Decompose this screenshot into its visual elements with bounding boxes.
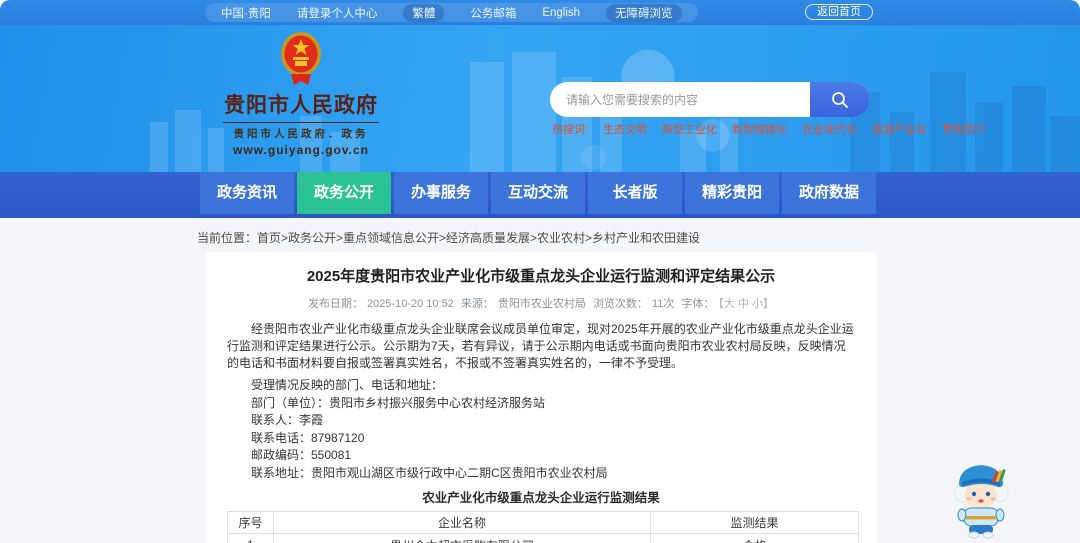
hotword-tourism-industrialization[interactable]: 旅游产业化 bbox=[872, 121, 927, 137]
search-box bbox=[550, 82, 870, 117]
monitoring-results-table: 序号 企业名称 监测结果 1 贵州合力超市采购有限公司 合格 2 贵州友禾种业有… bbox=[227, 510, 859, 543]
search-icon bbox=[832, 91, 848, 108]
contact-phone-line: 联系电话：87987120 bbox=[251, 430, 365, 445]
search-button[interactable] bbox=[810, 82, 870, 117]
nav-item-gov-disclosure[interactable]: 政务公开 bbox=[297, 172, 391, 214]
table-row: 1 贵州合力超市采购有限公司 合格 bbox=[227, 532, 859, 543]
article-card: 2025年度贵阳市农业产业化市级重点龙头企业运行监测和评定结果公示 发布日期： 2… bbox=[205, 252, 877, 543]
breadcrumb: 当前位置：首页>政务公开>重点领域信息公开>经济高质量发展>农业农村>乡村产业和… bbox=[197, 229, 700, 246]
views-value: 11次 bbox=[651, 298, 675, 310]
assistant-mascot-icon[interactable] bbox=[948, 455, 1014, 539]
font-size-label: 字体： bbox=[681, 298, 715, 310]
article-title: 2025年度贵阳市农业产业化市级重点龙头企业运行监测和评定结果公示 bbox=[306, 268, 776, 285]
nav-item-senior-version[interactable]: 长者版 bbox=[588, 172, 682, 214]
site-header: 贵阳市人民政府 贵阳市人民政府．政务 www.guiyang.gov.cn 热搜… bbox=[0, 25, 1080, 172]
hotword-new-urbanization[interactable]: 新型城镇化 bbox=[732, 121, 787, 137]
postal-code-line: 邮政编码：550081 bbox=[251, 448, 352, 462]
publish-date-value: 2025-10-20 10:52 bbox=[366, 298, 454, 310]
topbar-item-login-personal-center[interactable]: 请登录个人中心 bbox=[297, 5, 378, 21]
top-menu: 中国·贵阳 请登录个人中心 繁體 公务邮箱 English 无障碍浏览 bbox=[205, 3, 698, 22]
topbar-item-china-guiyang[interactable]: 中国·贵阳 bbox=[221, 5, 271, 21]
article-body: 经贵阳市农业产业化市级重点龙头企业联席会议成员单位审定，现对2025年开展的农业… bbox=[227, 321, 859, 543]
national-emblem-icon bbox=[281, 32, 321, 85]
city-skyline-graphic bbox=[150, 52, 1080, 172]
topbar-item-official-mail[interactable]: 公务邮箱 bbox=[470, 5, 516, 21]
nav-item-interaction[interactable]: 互动交流 bbox=[491, 172, 585, 214]
hotword-new-industrialization[interactable]: 新型工业化 bbox=[662, 121, 717, 137]
hotword-guiyang-intro[interactable]: 贵阳简介 bbox=[942, 121, 986, 137]
search-input[interactable] bbox=[550, 82, 810, 117]
topbar-item-traditional-chinese[interactable]: 繁體 bbox=[403, 3, 445, 22]
hotword-agri-modernization[interactable]: 农业现代化 bbox=[802, 121, 857, 137]
announcement-paragraph: 经贵阳市农业产业化市级重点龙头企业联席会议成员单位审定，现对2025年开展的农业… bbox=[227, 322, 854, 370]
hot-search-row: 热搜词: 生态文明 新型工业化 新型城镇化 农业现代化 旅游产业化 贵阳简介 bbox=[552, 121, 986, 137]
site-subtitle: 贵阳市人民政府．政务 bbox=[233, 128, 369, 140]
top-utility-bar: 中国·贵阳 请登录个人中心 繁體 公务邮箱 English 无障碍浏览 返回首页 bbox=[0, 0, 1080, 25]
breadcrumb-label: 当前位置： bbox=[197, 231, 258, 245]
table-header-row: 序号 企业名称 监测结果 bbox=[227, 510, 859, 534]
monitoring-result: 合格 bbox=[650, 532, 859, 543]
col-header-index: 序号 bbox=[227, 510, 274, 534]
title-divider bbox=[223, 122, 379, 123]
department-line: 部门（单位）：贵阳市乡村振兴服务中心农村经济服务站 bbox=[251, 395, 546, 410]
table-caption: 农业产业化市级重点龙头企业运行监测结果 bbox=[422, 490, 660, 505]
publish-date-label: 发布日期： bbox=[307, 298, 363, 310]
font-size-options[interactable]: 【大 中 小】 bbox=[718, 298, 774, 310]
contact-address-line: 联系地址：贵阳市观山湖区市级行政中心二期C区贵阳市农业农村局 bbox=[251, 465, 608, 480]
site-url: www.guiyang.gov.cn bbox=[232, 143, 369, 157]
breadcrumb-path[interactable]: 首页>政务公开>重点领域信息公开>经济高质量发展>农业农村>乡村产业和农田建设 bbox=[257, 231, 700, 245]
hot-search-label: 热搜词: bbox=[552, 124, 589, 136]
nav-item-services[interactable]: 办事服务 bbox=[394, 172, 488, 214]
browser-page: 中国·贵阳 请登录个人中心 繁體 公务邮箱 English 无障碍浏览 返回首页 bbox=[0, 0, 1080, 543]
topbar-item-english[interactable]: English bbox=[542, 7, 580, 19]
contact-person-line: 联系人：李霞 bbox=[251, 413, 324, 427]
views-label: 浏览次数： bbox=[592, 298, 648, 310]
nav-item-gov-data[interactable]: 政府数据 bbox=[782, 172, 876, 214]
enterprise-name: 贵州合力超市采购有限公司 bbox=[273, 532, 651, 543]
source-label: 来源： bbox=[460, 298, 494, 310]
row-index: 1 bbox=[227, 532, 274, 543]
topbar-item-accessibility[interactable]: 无障碍浏览 bbox=[606, 3, 682, 22]
contact-intro-line: 受理情况反映的部门、电话和地址： bbox=[251, 378, 444, 392]
article-meta: 发布日期： 2025-10-20 10:52 来源： 贵阳市农业农村局 浏览次数： 1… bbox=[227, 295, 855, 311]
back-home-button[interactable]: 返回首页 bbox=[805, 4, 873, 20]
col-header-result: 监测结果 bbox=[650, 510, 859, 534]
nav-item-wonderful-guiyang[interactable]: 精彩贵阳 bbox=[685, 172, 779, 214]
nav-item-gov-news[interactable]: 政务资讯 bbox=[200, 172, 294, 214]
source-value: 贵阳市农业农村局 bbox=[497, 298, 586, 310]
hotword-ecology[interactable]: 生态文明 bbox=[603, 121, 647, 137]
site-title: 贵阳市人民政府 bbox=[224, 94, 378, 117]
main-nav: 政务资讯 政务公开 办事服务 互动交流 长者版 精彩贵阳 政府数据 bbox=[200, 172, 876, 214]
col-header-enterprise: 企业名称 bbox=[273, 510, 651, 534]
site-logo-block[interactable]: 贵阳市人民政府 贵阳市人民政府．政务 www.guiyang.gov.cn bbox=[212, 31, 390, 157]
